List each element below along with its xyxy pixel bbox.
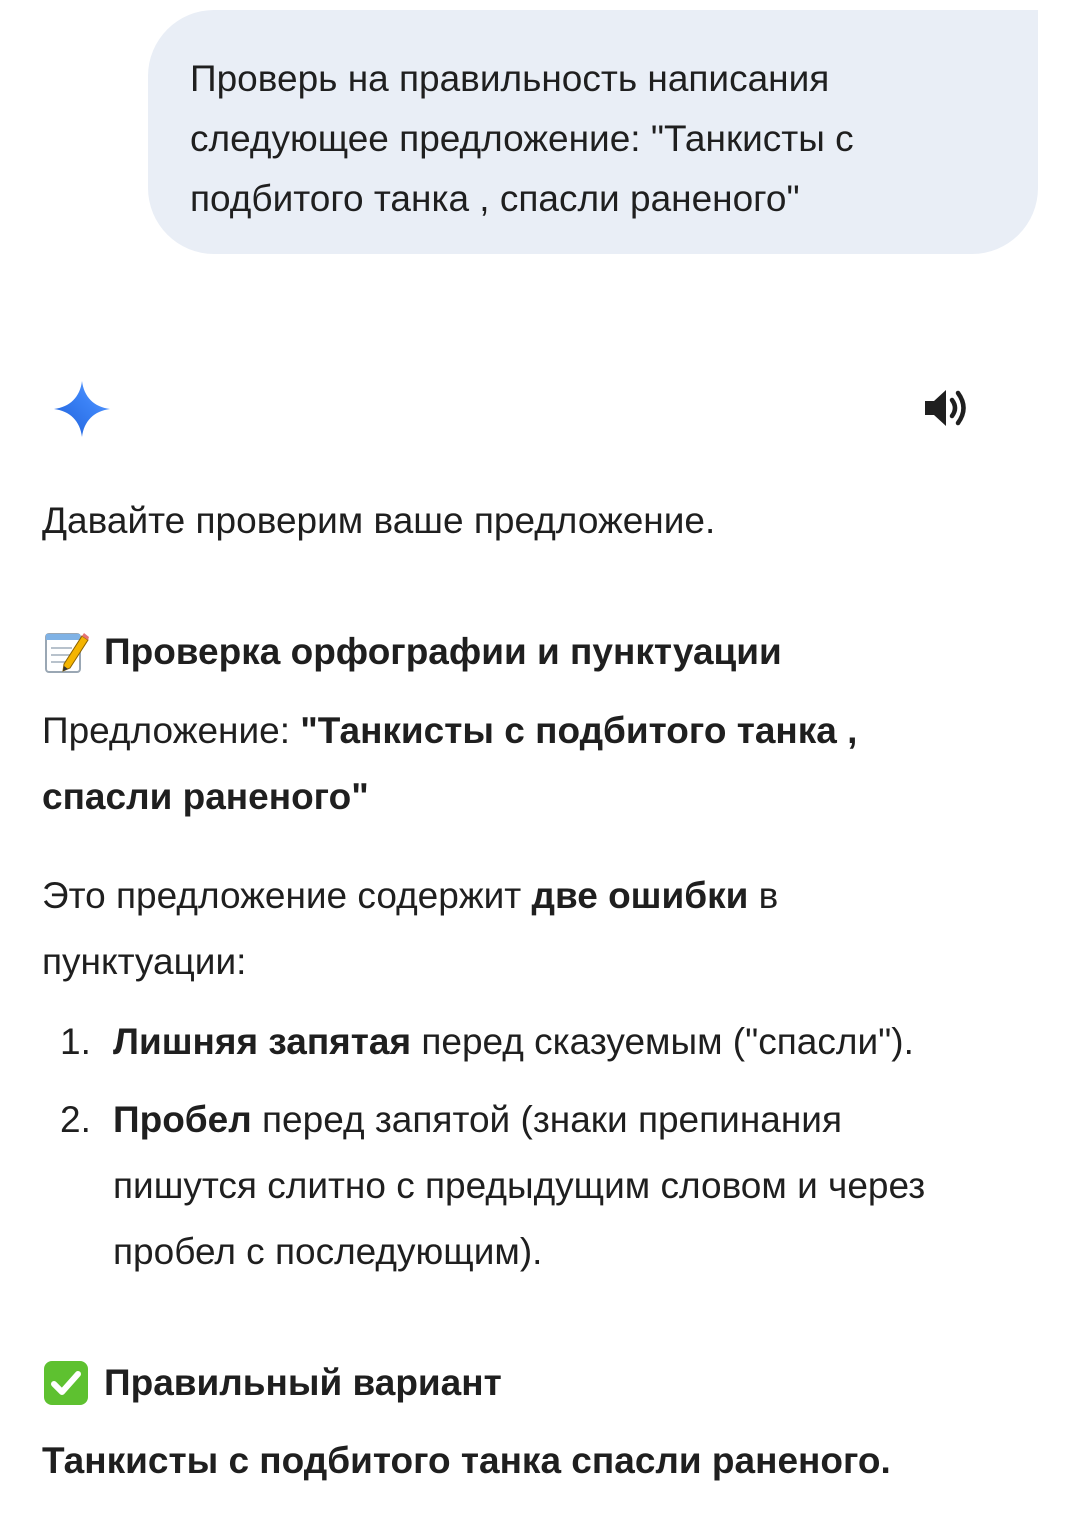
list-text: Лишняя запятая перед сказуемым ("спасли"… xyxy=(113,1009,1043,1075)
read-aloud-button[interactable] xyxy=(916,382,976,434)
sentence-line-1: Предложение: "Танкисты с подбитого танка… xyxy=(42,698,857,764)
list-bold: Пробел xyxy=(113,1099,252,1140)
check-mark-icon xyxy=(44,1361,88,1405)
summary-bold: две ошибки xyxy=(531,875,749,916)
sentence-bold: спасли раненого" xyxy=(42,776,369,817)
memo-icon xyxy=(45,633,89,673)
gemini-sparkle-icon xyxy=(54,381,110,437)
section-title: Правильный вариант xyxy=(104,1362,502,1403)
section-title: Проверка орфографии и пунктуации xyxy=(104,631,782,672)
intro-text: Давайте проверим ваше предложение. xyxy=(42,500,716,541)
list-bold: Лишняя запятая xyxy=(113,1021,412,1062)
user-message-line: следующее предложение: "Танкисты с xyxy=(190,118,854,159)
user-message-line: подбитого танка , спасли раненого" xyxy=(190,178,800,219)
summary-line-1: Это предложение содержит две ошибки в xyxy=(42,863,778,929)
speaker-icon xyxy=(925,390,966,426)
list-text-line-2: пишутся слитно с предыдущим словом и чер… xyxy=(113,1165,926,1206)
list-rest: перед сказуемым ("спасли"). xyxy=(411,1021,914,1062)
section-heading-correct: Правильный вариант xyxy=(42,1353,502,1413)
section-heading-check: Проверка орфографии и пунктуации xyxy=(42,622,782,682)
user-message-line: Проверь на правильность написания xyxy=(190,58,830,99)
summary-text: в xyxy=(748,875,779,916)
list-number: 2. xyxy=(60,1099,91,1140)
list-rest: перед запятой (знаки препинания xyxy=(251,1099,842,1140)
sentence-bold: "Танкисты с подбитого танка , xyxy=(300,710,858,751)
sentence-line-2: спасли раненого" xyxy=(42,764,369,830)
summary-text: Это предложение содержит xyxy=(42,875,532,916)
list-text-line-3: пробел с последующим). xyxy=(113,1231,543,1272)
sentence-label: Предложение: xyxy=(42,710,301,751)
list-number: 1. xyxy=(60,1021,91,1062)
list-text: Пробел перед запятой (знаки препинания xyxy=(113,1087,1043,1153)
summary-line-2: пунктуации: xyxy=(42,941,247,982)
user-message-bubble: Проверь на правильность написания следую… xyxy=(148,10,1038,254)
corrected-sentence: Танкисты с подбитого танка спасли ранено… xyxy=(42,1440,891,1481)
